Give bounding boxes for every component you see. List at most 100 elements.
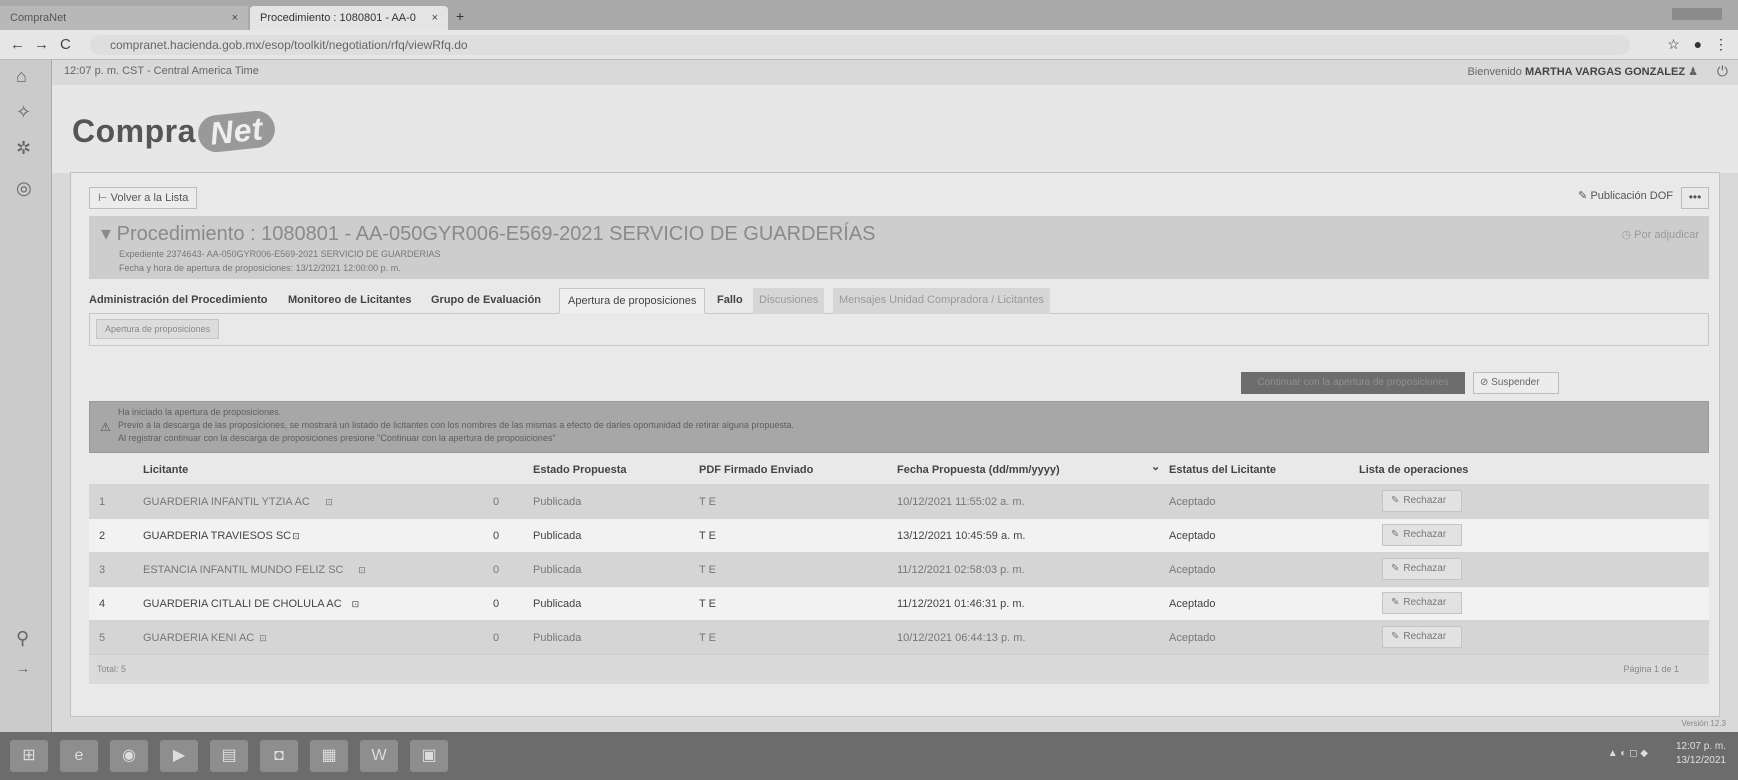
compranet-logo: Compra Net: [72, 109, 277, 154]
time-info: 12:07 p. m. CST - Central America Time: [64, 65, 259, 77]
user-icon[interactable]: ♟: [1688, 66, 1698, 78]
pdf-firmado: T E: [699, 530, 716, 542]
profile-icon[interactable]: ●: [1694, 36, 1702, 52]
fecha-propuesta: 10/12/2021 06:44:13 p. m.: [897, 632, 1026, 644]
estado-propuesta: Publicada: [533, 564, 582, 576]
back-to-list-button[interactable]: ⊢ Volver a la Lista: [89, 187, 198, 209]
pdf-firmado: T E: [699, 564, 716, 576]
word-icon[interactable]: W: [360, 740, 398, 772]
tab-label: Procedimiento : 1080801 - AA-0: [260, 12, 416, 24]
licitantes-table: Licitante Estado Propuesta PDF Firmado E…: [89, 456, 1709, 684]
alert-line-1: Ha iniciado la apertura de proposiciones…: [118, 407, 282, 417]
logo-text-compra: Compra: [72, 113, 196, 149]
estado-propuesta: Publicada: [533, 598, 582, 610]
reload-icon[interactable]: C: [60, 36, 71, 53]
external-link-icon[interactable]: ⊡: [259, 633, 267, 644]
subtab-apertura[interactable]: Apertura de proposiciones: [96, 319, 220, 339]
licitante-name[interactable]: GUARDERIA KENI AC: [143, 632, 254, 644]
table-row: 4 GUARDERIA CITLALI DE CHOLULA AC ⊡ 0 Public…: [89, 586, 1709, 620]
window-controls[interactable]: [1672, 8, 1722, 20]
estatus-licitante: Aceptado: [1169, 496, 1216, 508]
app-icon[interactable]: ▣: [410, 740, 448, 772]
external-link-icon[interactable]: ⊡: [292, 531, 300, 542]
alert-line-3: Al registrar continuar con la descarga d…: [118, 433, 556, 443]
home-icon[interactable]: ⌂: [16, 66, 27, 87]
browser-tab-compranet[interactable]: CompraNet ×: [0, 6, 248, 30]
col-licitante[interactable]: Licitante: [143, 464, 188, 476]
external-link-icon[interactable]: ⊡: [352, 599, 360, 610]
col-operaciones: Lista de operaciones: [1359, 464, 1469, 476]
more-options-button[interactable]: •••: [1681, 187, 1709, 209]
edit-icon: ✎: [1391, 495, 1400, 506]
tab-monitoreo[interactable]: Monitoreo de Licitantes: [288, 288, 411, 314]
col-fecha[interactable]: Fecha Propuesta (dd/mm/yyyy): [897, 464, 1060, 476]
gear-icon[interactable]: ✲: [16, 138, 31, 159]
forward-arrow-icon[interactable]: →: [34, 36, 49, 53]
taskbar-clock[interactable]: 12:07 p. m. 13/12/2021: [1676, 740, 1726, 768]
tab-discusiones[interactable]: Discusiones: [753, 288, 825, 314]
external-link-icon[interactable]: ⊡: [325, 497, 333, 508]
url-input[interactable]: compranet.hacienda.gob.mx/esop/toolkit/n…: [90, 35, 1630, 55]
tab-fallo[interactable]: Fallo: [717, 288, 743, 314]
sort-icon[interactable]: ⌄: [1151, 460, 1160, 473]
folder-icon[interactable]: ▦: [310, 740, 348, 772]
file-explorer-icon[interactable]: ▤: [210, 740, 248, 772]
close-tab-icon[interactable]: ×: [232, 6, 238, 30]
reject-button[interactable]: ✎ Rechazar: [1382, 490, 1462, 512]
globe-icon[interactable]: ◎: [16, 178, 32, 199]
new-tab-icon[interactable]: +: [456, 8, 464, 24]
internet-explorer-icon[interactable]: e: [60, 740, 98, 772]
estatus-licitante: Aceptado: [1169, 530, 1216, 542]
fecha-propuesta: 11/12/2021 01:46:31 p. m.: [897, 598, 1025, 610]
col-estado[interactable]: Estado Propuesta: [533, 464, 627, 476]
col-pdf[interactable]: PDF Firmado Enviado: [699, 464, 813, 476]
handshake-icon[interactable]: ✧: [16, 102, 31, 123]
edit-icon: ✎: [1391, 631, 1400, 642]
col-estatus[interactable]: Estatus del Licitante: [1169, 464, 1276, 476]
back-arrow-icon[interactable]: ←: [10, 36, 25, 53]
browser-menu-icon[interactable]: ⋮: [1714, 36, 1728, 52]
licitante-name[interactable]: GUARDERIA INFANTIL YTZIA AC: [143, 496, 310, 508]
tab-apertura[interactable]: Apertura de proposiciones: [559, 288, 706, 314]
photos-icon[interactable]: ◘: [260, 740, 298, 772]
browser-tab-procedimiento[interactable]: Procedimiento : 1080801 - AA-0 ×: [250, 6, 448, 30]
status-label: Por adjudicar: [1634, 229, 1699, 241]
licitante-name[interactable]: GUARDERIA CITLALI DE CHOLULA AC: [143, 598, 342, 610]
tab-grupo-evaluacion[interactable]: Grupo de Evaluación: [431, 288, 541, 314]
system-tray[interactable]: ▲ ◐ ◻ ◆: [1608, 748, 1648, 759]
status-badge: ◷ Por adjudicar: [1622, 228, 1700, 241]
power-icon[interactable]: ⏻: [1717, 63, 1728, 80]
windows-start-icon[interactable]: ⊞: [10, 740, 48, 772]
tab-administracion[interactable]: Administración del Procedimiento: [89, 288, 267, 314]
suspend-button[interactable]: ⊘ Suspender: [1473, 372, 1559, 394]
table-header: Licitante Estado Propuesta PDF Firmado E…: [89, 456, 1709, 484]
reject-button[interactable]: ✎ Rechazar: [1382, 592, 1462, 614]
back-icon: ⊢: [98, 192, 108, 204]
licitante-name[interactable]: GUARDERIA TRAVIESOS SC: [143, 530, 291, 542]
user-name[interactable]: MARTHA VARGAS GONZALEZ: [1525, 66, 1685, 78]
close-tab-icon[interactable]: ×: [432, 6, 438, 30]
external-link-icon[interactable]: ⊡: [358, 565, 366, 576]
star-icon[interactable]: ☆: [1667, 36, 1680, 52]
row-number: 1: [99, 496, 106, 508]
publicacion-dof-link[interactable]: ✎ Publicación DOF: [1578, 189, 1673, 202]
reject-button[interactable]: ✎ Rechazar: [1382, 524, 1462, 546]
expediente-text: Expediente 2374643- AA-050GYR006-E569-20…: [119, 249, 441, 259]
search-icon[interactable]: ⚲: [16, 628, 29, 649]
welcome-user: Bienvenido MARTHA VARGAS GONZALEZ ♟: [1467, 65, 1698, 78]
reject-button[interactable]: ✎ Rechazar: [1382, 626, 1462, 648]
collapse-chevron-icon[interactable]: ▾: [101, 223, 111, 245]
fecha-propuesta: 10/12/2021 11:55:02 a. m.: [897, 496, 1025, 508]
licitante-name[interactable]: ESTANCIA INFANTIL MUNDO FELIZ SC: [143, 564, 343, 576]
media-player-icon[interactable]: ▶: [160, 740, 198, 772]
tab-mensajes[interactable]: Mensajes Unidad Compradora / Licitantes: [833, 288, 1050, 314]
continue-apertura-button[interactable]: Continuar con la apertura de proposicion…: [1241, 372, 1465, 394]
proposal-count: 0: [493, 632, 500, 644]
row-number: 5: [99, 632, 106, 644]
reject-button[interactable]: ✎ Rechazar: [1382, 558, 1462, 580]
chrome-icon[interactable]: ◉: [110, 740, 148, 772]
table-row: 2 GUARDERIA TRAVIESOS SC ⊡ 0 Publicada T E 13/…: [89, 518, 1709, 552]
welcome-prefix: Bienvenido: [1467, 66, 1522, 78]
apertura-date-text: Fecha y hora de apertura de proposicione…: [119, 263, 401, 273]
arrow-right-icon[interactable]: →: [16, 660, 30, 676]
